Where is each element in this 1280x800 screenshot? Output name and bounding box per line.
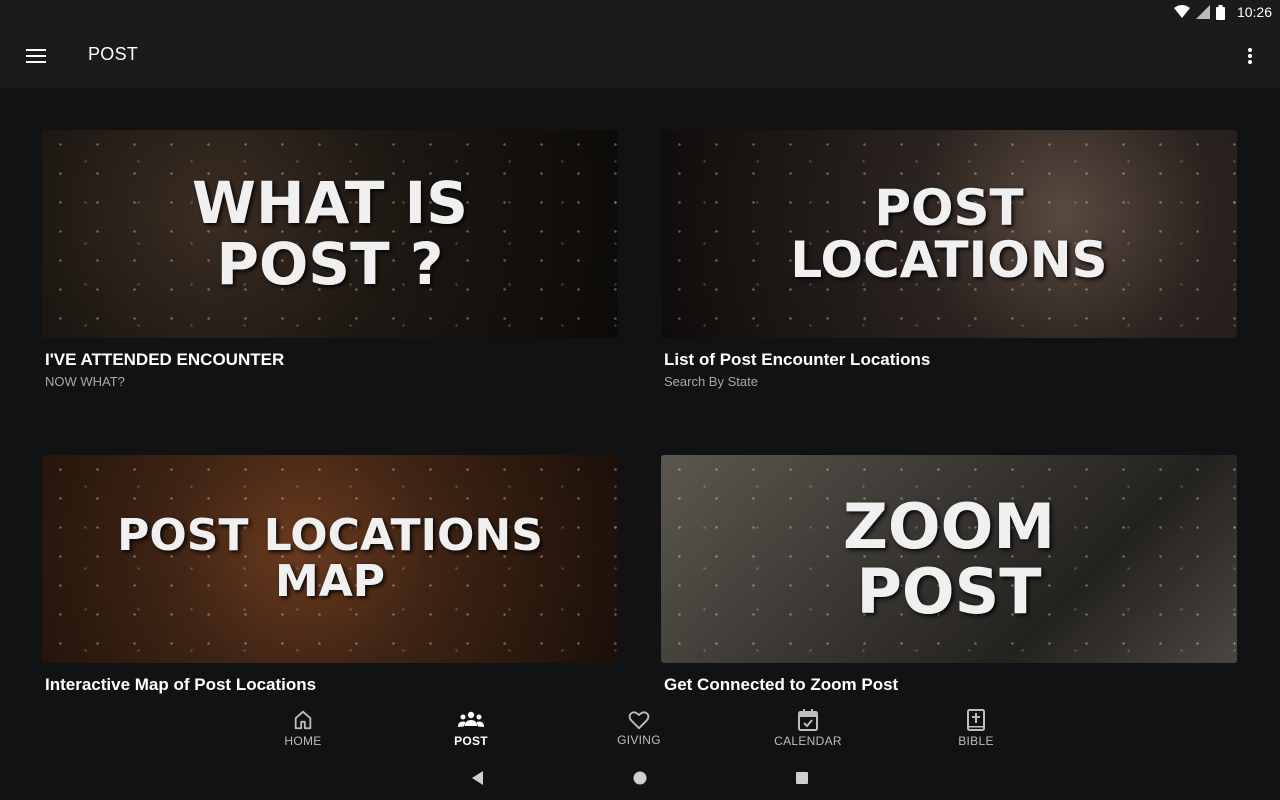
- bible-icon: [967, 708, 985, 731]
- nav-calendar[interactable]: CALENDAR: [753, 704, 863, 752]
- battery-icon: [1215, 4, 1225, 20]
- home-circle-icon: [633, 771, 647, 785]
- content-grid: WHAT IS POST ? I'VE ATTENDED ENCOUNTER N…: [0, 88, 1280, 700]
- nav-post[interactable]: POST: [416, 704, 526, 752]
- card-title: I'VE ATTENDED ENCOUNTER: [45, 350, 285, 369]
- home-icon: [294, 710, 312, 729]
- system-home-button[interactable]: [628, 766, 652, 790]
- status-icons: 10:26: [1173, 0, 1272, 24]
- card-title: Interactive Map of Post Locations: [45, 675, 317, 694]
- nav-label: GIVING: [617, 732, 661, 747]
- card-image-text: POST LOCATIONS: [790, 178, 1108, 289]
- card-image-text: WHAT IS POST ?: [191, 169, 468, 298]
- recents-icon: [796, 772, 808, 784]
- back-icon: [472, 771, 483, 785]
- card-post-locations-map[interactable]: POST LOCATIONS MAP Interactive Map of Po…: [42, 455, 618, 695]
- wifi-icon: [1173, 5, 1190, 18]
- card-image-text: ZOOM POST: [842, 489, 1056, 628]
- card-image: WHAT IS POST ?: [42, 130, 618, 338]
- card-subtitle: Search By State: [664, 374, 758, 389]
- card-image: ZOOM POST: [661, 455, 1237, 663]
- status-bar: 10:26: [0, 0, 1280, 24]
- nav-label: HOME: [284, 733, 322, 748]
- overflow-menu-button[interactable]: [1238, 40, 1262, 72]
- signal-icon: [1195, 5, 1210, 19]
- card-subtitle: NOW WHAT?: [45, 374, 125, 389]
- bottom-navigation: HOME POST GIVING CALENDAR BIBLE: [0, 700, 1280, 756]
- status-time: 10:26: [1236, 4, 1272, 20]
- menu-button[interactable]: [18, 40, 54, 72]
- more-vert-icon: [1248, 48, 1252, 64]
- card-post-locations[interactable]: POST LOCATIONS List of Post Encounter Lo…: [661, 130, 1237, 389]
- card-title: List of Post Encounter Locations: [664, 350, 931, 369]
- page-title: POST: [88, 44, 139, 64]
- system-back-button[interactable]: [466, 766, 490, 790]
- card-title: Get Connected to Zoom Post: [664, 675, 899, 694]
- nav-bible[interactable]: BIBLE: [921, 704, 1031, 752]
- system-navigation-bar: [0, 756, 1280, 800]
- nav-label: BIBLE: [958, 733, 994, 748]
- nav-giving[interactable]: GIVING: [584, 704, 694, 752]
- card-image: POST LOCATIONS MAP: [42, 455, 618, 663]
- nav-label: CALENDAR: [774, 733, 842, 748]
- nav-label: POST: [454, 733, 488, 748]
- people-icon: [458, 711, 484, 727]
- card-what-is-post[interactable]: WHAT IS POST ? I'VE ATTENDED ENCOUNTER N…: [42, 130, 618, 389]
- card-image-text: POST LOCATIONS MAP: [117, 509, 543, 607]
- heart-icon: [628, 710, 650, 729]
- card-zoom-post[interactable]: ZOOM POST Get Connected to Zoom Post: [661, 455, 1237, 695]
- calendar-icon: [798, 708, 818, 731]
- hamburger-menu-icon: [26, 49, 46, 63]
- system-recents-button[interactable]: [790, 766, 814, 790]
- nav-home[interactable]: HOME: [248, 704, 358, 752]
- app-bar: POST: [0, 24, 1280, 88]
- card-image: POST LOCATIONS: [661, 130, 1237, 338]
